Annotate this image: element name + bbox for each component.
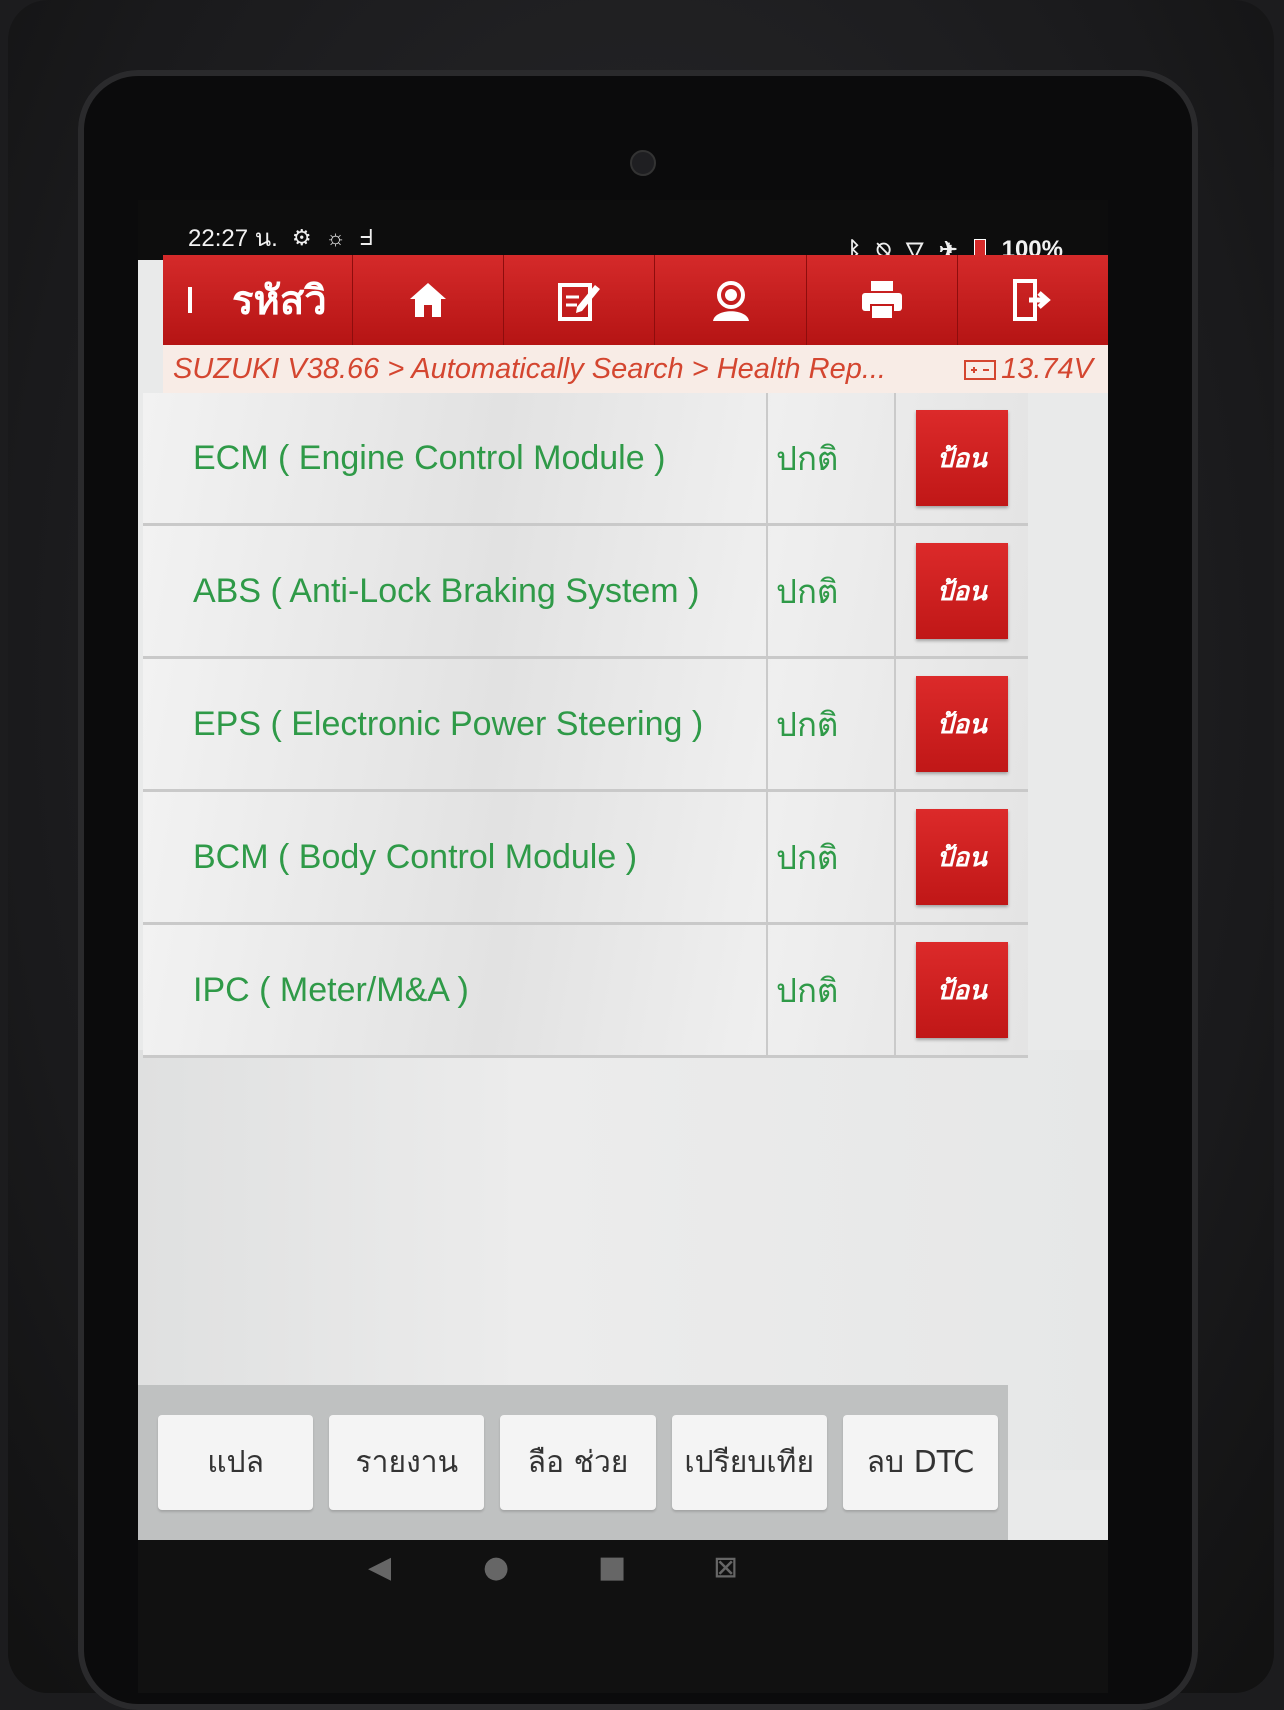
brightness-icon: ☼ [325, 224, 346, 250]
module-status: ปกติ [768, 792, 896, 922]
module-status: ปกติ [768, 659, 896, 789]
header-title: รหัสวิ [163, 255, 353, 345]
stethoscope-icon: ᖵ [359, 224, 373, 250]
screenshot-icon[interactable]: ⊠ [713, 1550, 738, 1585]
table-row: IPC ( Meter/M&A ) ปกติ ป้อน [143, 925, 1028, 1058]
system-nav-bar: ◀ ● ■ ⊠ [138, 1540, 1108, 1693]
module-name: ABS ( Anti-Lock Braking System ) [143, 526, 768, 656]
tablet-screen: 22:27 น. ⚙ ☼ ᖵ ᛒ ⍉ ▽ ✈ 100% รหัสวิ SUZUK… [138, 200, 1108, 1693]
module-status: ปกติ [768, 925, 896, 1055]
enter-button[interactable]: ป้อน [916, 410, 1008, 506]
action-cell: ป้อน [896, 393, 1028, 523]
recents-icon[interactable]: ■ [598, 1550, 626, 1585]
module-table: ECM ( Engine Control Module ) ปกติ ป้อน … [143, 393, 1028, 1058]
translate-button[interactable]: แปล [158, 1415, 314, 1510]
table-row: ECM ( Engine Control Module ) ปกติ ป้อน [143, 393, 1028, 526]
module-name: BCM ( Body Control Module ) [143, 792, 768, 922]
back-icon[interactable]: ◀ [368, 1550, 391, 1585]
home-button[interactable] [353, 255, 505, 345]
exit-icon [1012, 279, 1051, 321]
print-icon [861, 281, 902, 320]
table-row: EPS ( Electronic Power Steering ) ปกติ ป… [143, 659, 1028, 792]
header-title-text: รหัสวิ [232, 278, 327, 324]
voltage-value: 13.74V [1001, 352, 1093, 385]
compare-button[interactable]: เปรียบเทีย [671, 1415, 827, 1510]
enter-button[interactable]: ป้อน [916, 676, 1008, 772]
breadcrumb-path: SUZUKI V38.66 > Automatically Search > H… [173, 352, 886, 385]
clear-dtc-button[interactable]: ลบ DTC [842, 1415, 999, 1510]
title-marker [188, 287, 192, 313]
car-battery-icon [964, 360, 997, 380]
voltage-indicator: 13.74V [963, 353, 1108, 386]
edit-button[interactable] [504, 255, 656, 345]
module-status: ปกติ [768, 526, 896, 656]
help-button[interactable]: ลือ ช่วย [500, 1415, 656, 1510]
table-row: BCM ( Body Control Module ) ปกติ ป้อน [143, 792, 1028, 925]
module-name: EPS ( Electronic Power Steering ) [143, 659, 768, 789]
action-cell: ป้อน [896, 925, 1028, 1055]
enter-button[interactable]: ป้อน [916, 543, 1008, 639]
module-status: ปกติ [768, 393, 896, 523]
bottom-toolbar: แปล รายงาน ลือ ช่วย เปรียบเทีย ลบ DTC [138, 1385, 1008, 1540]
breadcrumb: SUZUKI V38.66 > Automatically Search > H… [163, 345, 1108, 393]
app-header: รหัสวิ [163, 255, 1108, 345]
report-button[interactable]: รายงาน [329, 1415, 485, 1510]
exit-button[interactable] [958, 255, 1108, 345]
action-cell: ป้อน [896, 659, 1028, 789]
gear-icon: ⚙ [291, 224, 312, 250]
action-cell: ป้อน [896, 792, 1028, 922]
home-nav-icon[interactable]: ● [483, 1550, 509, 1585]
enter-button[interactable]: ป้อน [916, 942, 1008, 1038]
front-camera [630, 150, 656, 176]
home-icon [410, 283, 447, 317]
module-name: ECM ( Engine Control Module ) [143, 393, 768, 523]
support-icon [712, 281, 749, 321]
enter-button[interactable]: ป้อน [916, 809, 1008, 905]
action-cell: ป้อน [896, 526, 1028, 656]
table-row: ABS ( Anti-Lock Braking System ) ปกติ ป้… [143, 526, 1028, 659]
status-bar: 22:27 น. ⚙ ☼ ᖵ ᛒ ⍉ ▽ ✈ 100% [138, 200, 1108, 263]
support-button[interactable] [655, 255, 807, 345]
status-time: 22:27 น. [188, 225, 278, 252]
print-button[interactable] [807, 255, 958, 345]
edit-icon [558, 283, 601, 321]
diagnostic-tablet: 22:27 น. ⚙ ☼ ᖵ ᛒ ⍉ ▽ ✈ 100% รหัสวิ SUZUK… [8, 0, 1274, 1710]
module-name: IPC ( Meter/M&A ) [143, 925, 768, 1055]
status-left: 22:27 น. ⚙ ☼ ᖵ [188, 218, 373, 257]
